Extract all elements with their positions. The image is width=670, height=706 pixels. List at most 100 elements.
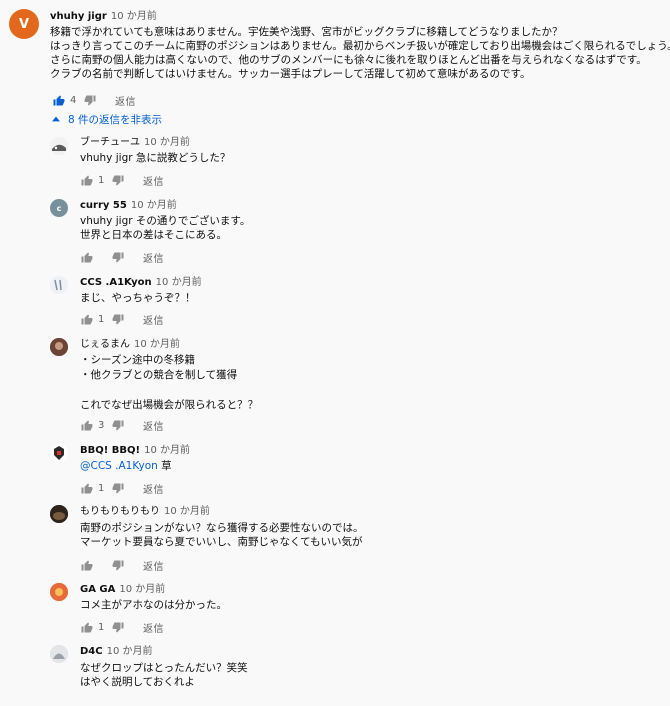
comment-text: 移籍で浮かれていても意味はありません。宇佐美や浅野、宮市がビッグクラブに移籍して… bbox=[50, 25, 670, 81]
comment-time[interactable]: 10 か月前 bbox=[156, 277, 202, 288]
author-name[interactable]: もりもりもりもり bbox=[80, 506, 160, 517]
author-name[interactable]: BBQ! BBQ! bbox=[80, 445, 140, 456]
reply-button[interactable]: 返信 bbox=[143, 312, 164, 327]
avatar[interactable]: c bbox=[50, 199, 68, 217]
like-count: 3 bbox=[98, 419, 105, 431]
thumbs-down-icon[interactable] bbox=[112, 252, 124, 263]
comment-actions: 返信 bbox=[81, 558, 164, 573]
like-count: 4 bbox=[70, 94, 77, 106]
author-name[interactable]: vhuhy jigr bbox=[50, 11, 107, 22]
comment-time[interactable]: 10 か月前 bbox=[107, 646, 153, 657]
comment-header: じぇるまん 10 か月前 bbox=[80, 338, 180, 351]
comment-line: なぜクロップはとったんだい？笑笑 bbox=[80, 662, 248, 674]
comment-time[interactable]: 10 か月前 bbox=[144, 137, 190, 148]
comment-actions: 1 返信 bbox=[81, 312, 164, 327]
reply-button[interactable]: 返信 bbox=[143, 250, 164, 265]
comment-line: ・シーズン途中の冬移籍 bbox=[80, 354, 195, 366]
thumbs-down-icon[interactable] bbox=[84, 95, 96, 106]
user-avatar-icon bbox=[50, 444, 68, 462]
comment-text: まじ、やっちゃうぞ？！ bbox=[80, 291, 196, 305]
comment-line bbox=[80, 383, 258, 398]
comment-line: はっきり言ってこのチームに南野のポジションはありません。最初からベンチ扱いが確定… bbox=[50, 40, 670, 52]
hide-replies-button[interactable]: 8 件の返信を非表示 bbox=[52, 112, 162, 126]
thumbs-down-icon[interactable] bbox=[112, 622, 124, 633]
author-name[interactable]: D4C bbox=[80, 646, 103, 657]
author-name[interactable]: GA GA bbox=[80, 584, 115, 595]
comment-actions: 3 返信 bbox=[81, 418, 164, 433]
comment-header: D4C 10 か月前 bbox=[80, 645, 153, 658]
avatar[interactable] bbox=[50, 444, 68, 462]
thumbs-down-icon[interactable] bbox=[112, 314, 124, 325]
avatar[interactable] bbox=[50, 137, 68, 155]
comment-line: コメ主がアホなのは分かった。 bbox=[80, 599, 227, 611]
comment-text: コメ主がアホなのは分かった。 bbox=[80, 598, 227, 612]
avatar[interactable] bbox=[50, 276, 68, 294]
user-avatar-icon bbox=[50, 645, 68, 663]
comment-header: もりもりもりもり 10 か月前 bbox=[80, 505, 210, 518]
comment-time[interactable]: 10 か月前 bbox=[131, 200, 177, 211]
comment-actions: 1 返信 bbox=[81, 481, 164, 496]
comment-time[interactable]: 10 か月前 bbox=[164, 506, 210, 517]
comment-text: vhuhy jigr 急に説教どうした？ bbox=[80, 151, 230, 165]
comment-time[interactable]: 10 か月前 bbox=[144, 445, 190, 456]
avatar[interactable]: V bbox=[9, 9, 39, 39]
user-avatar-icon bbox=[50, 276, 68, 294]
comment-actions: 1 返信 bbox=[81, 173, 164, 188]
author-name[interactable]: CCS .A1Kyon bbox=[80, 277, 152, 288]
comment-time[interactable]: 10 か月前 bbox=[111, 11, 157, 22]
reply-button[interactable]: 返信 bbox=[143, 558, 164, 573]
thumbs-down-icon[interactable] bbox=[112, 175, 124, 186]
comment-time[interactable]: 10 か月前 bbox=[134, 339, 180, 350]
thumbs-up-icon[interactable] bbox=[81, 420, 93, 431]
author-name[interactable]: ブーチューユ bbox=[80, 137, 140, 148]
comment-text: @CCS .A1Kyon 草 bbox=[80, 459, 172, 473]
user-avatar-icon bbox=[50, 338, 68, 356]
like-count: 1 bbox=[98, 174, 105, 186]
comment-line: さらに南野の個人能力は高くないので、他のサブのメンバーにも徐々に後れを取りほとん… bbox=[50, 54, 647, 66]
reply-button[interactable]: 返信 bbox=[143, 620, 164, 635]
reply-button[interactable]: 返信 bbox=[143, 173, 164, 188]
comment-line: これでなぜ出場機会が限られると？？ bbox=[80, 399, 259, 411]
thumbs-up-icon[interactable] bbox=[81, 560, 93, 571]
comment-header: curry 55 10 か月前 bbox=[80, 199, 177, 212]
comment-text: なぜクロップはとったんだい？笑笑 はやく説明しておくれよ bbox=[80, 661, 248, 689]
user-avatar-icon bbox=[50, 137, 68, 155]
comment-header: BBQ! BBQ! 10 か月前 bbox=[80, 444, 190, 457]
comment-line: 南野のポジションがない？なら獲得する必要性ないのでは。 bbox=[80, 522, 364, 534]
thumbs-up-icon[interactable] bbox=[81, 314, 93, 325]
comment-line: vhuhy jigr その通りでございます。 bbox=[80, 215, 251, 227]
comment-line: はやく説明しておくれよ bbox=[80, 676, 195, 688]
thumbs-up-icon[interactable] bbox=[81, 622, 93, 633]
avatar[interactable] bbox=[50, 645, 68, 663]
avatar[interactable] bbox=[50, 583, 68, 601]
comment-line: クラブの名前で判断してはいけません。サッカー選手はプレーして活躍して初めて意味が… bbox=[50, 68, 531, 80]
thumbs-up-icon[interactable] bbox=[81, 175, 93, 186]
author-name[interactable]: curry 55 bbox=[80, 200, 127, 211]
mention-link[interactable]: @CCS .A1Kyon bbox=[80, 460, 158, 472]
reply-button[interactable]: 返信 bbox=[143, 481, 164, 496]
thumbs-up-icon[interactable] bbox=[81, 483, 93, 494]
thumbs-down-icon[interactable] bbox=[112, 560, 124, 571]
comment-line: まじ、やっちゃうぞ？！ bbox=[80, 292, 196, 304]
avatar[interactable] bbox=[50, 338, 68, 356]
comment-actions: 返信 bbox=[81, 250, 164, 265]
author-name[interactable]: じぇるまん bbox=[80, 339, 130, 350]
user-avatar-icon bbox=[50, 583, 68, 601]
thumbs-down-icon[interactable] bbox=[112, 420, 124, 431]
comment-actions: 4 返信 bbox=[53, 93, 136, 108]
thumbs-up-icon[interactable] bbox=[81, 252, 93, 263]
comment-header: ブーチューユ 10 か月前 bbox=[80, 136, 190, 149]
comment-line: 移籍で浮かれていても意味はありません。宇佐美や浅野、宮市がビッグクラブに移籍して… bbox=[50, 26, 563, 38]
thumbs-down-icon[interactable] bbox=[112, 483, 124, 494]
thumbs-up-icon[interactable] bbox=[53, 95, 65, 106]
reply-button[interactable]: 返信 bbox=[115, 93, 136, 108]
user-avatar-icon bbox=[50, 505, 68, 523]
comment-line: 草 bbox=[157, 460, 172, 472]
reply-button[interactable]: 返信 bbox=[143, 418, 164, 433]
like-count: 1 bbox=[98, 313, 105, 325]
hide-replies-label: 8 件の返信を非表示 bbox=[68, 113, 163, 126]
comment-text: vhuhy jigr その通りでございます。 世界と日本の差はそこにある。 bbox=[80, 214, 250, 242]
comment-time[interactable]: 10 か月前 bbox=[119, 584, 165, 595]
avatar[interactable] bbox=[50, 505, 68, 523]
comment-header: vhuhy jigr 10 か月前 bbox=[50, 10, 157, 23]
